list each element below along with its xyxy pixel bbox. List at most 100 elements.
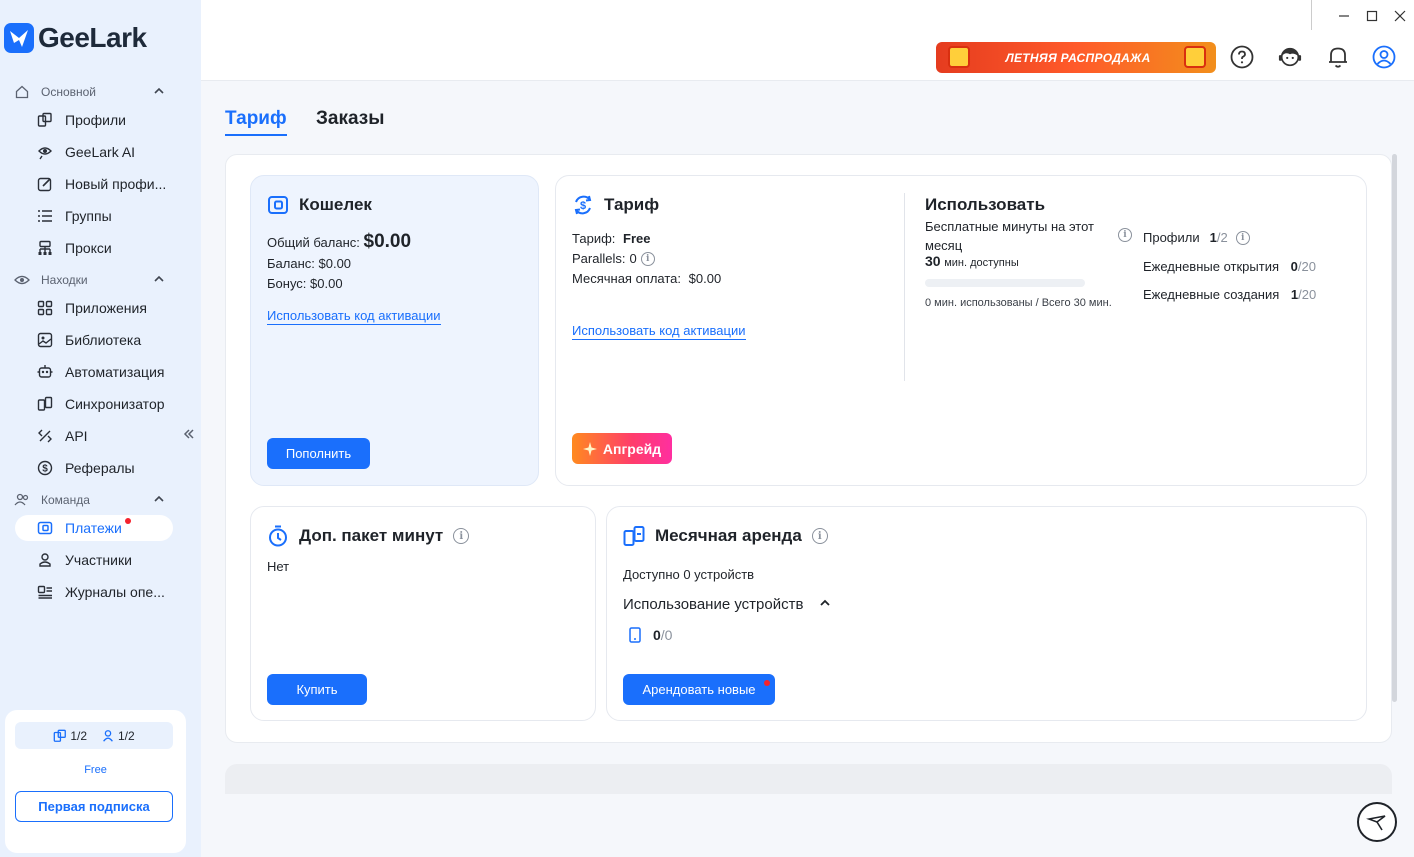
gift-icon (1184, 46, 1206, 68)
minimize-button[interactable] (1330, 6, 1358, 26)
support-avatar-icon[interactable] (1278, 45, 1302, 69)
sidebar-item-label: Библиотека (65, 332, 142, 348)
home-icon (14, 84, 30, 100)
tab-tariff[interactable]: Тариф (225, 108, 287, 136)
sidebar-item-members[interactable]: Участники (15, 547, 173, 573)
sidebar-item-profiles[interactable]: Профили (15, 107, 173, 133)
monthly-rent-title-text: Месячная аренда (655, 526, 802, 545)
app-name: GeeLark (38, 22, 147, 53)
sidebar-item-label: Профили (65, 112, 126, 128)
sidebar-item-payments[interactable]: Платежи (15, 515, 173, 541)
daily-opens-row: Ежедневные открытия 0/20 (1143, 259, 1316, 274)
plan-summary: 1/2 1/2 Free Первая подписка (5, 710, 186, 853)
sidebar-item-label: GeeLark AI (65, 144, 136, 160)
promo-label: ЛЕТНЯЯ РАСПРОДАЖА (1005, 50, 1151, 65)
phone-icon (629, 627, 641, 643)
section-team[interactable]: Команда (14, 492, 164, 508)
sidebar-item-api[interactable]: API (15, 423, 173, 449)
balance-value: $0.00 (318, 256, 352, 271)
sidebar: GeeLark Основной Профили GeeLark AI Новы… (0, 0, 201, 857)
chevron-up-icon (154, 273, 164, 287)
sidebar-item-label: Автоматизация (65, 364, 165, 380)
app-logo[interactable]: GeeLark (4, 22, 147, 54)
first-subscription-button[interactable]: Первая подписка (15, 791, 173, 822)
profiles-total: /2 (1216, 230, 1228, 245)
dollar-icon: $ (36, 459, 54, 477)
sidebar-item-apps[interactable]: Приложения (15, 295, 173, 321)
info-icon[interactable]: i (1118, 228, 1132, 242)
tariff-activation-code-link[interactable]: Использовать код активации (572, 323, 746, 340)
summer-sale-banner[interactable]: ЛЕТНЯЯ РАСПРОДАЖА (936, 42, 1216, 73)
daily-creates-total: /20 (1298, 287, 1317, 302)
monthly-value: $0.00 (688, 271, 722, 286)
maximize-button[interactable] (1358, 6, 1386, 26)
info-icon[interactable]: i (640, 251, 655, 266)
parallels-label: Parallels: (572, 251, 626, 266)
wallet-title: Кошелек (267, 194, 372, 216)
ai-icon (36, 143, 54, 161)
tab-orders[interactable]: Заказы (316, 108, 384, 130)
daily-creates-label: Ежедневные создания (1143, 287, 1280, 302)
monthly-payment-row: Месячная оплата: $0.00 (572, 271, 721, 286)
sidebar-item-referrals[interactable]: $ Рефералы (15, 455, 173, 481)
upgrade-button[interactable]: Апгрейд (572, 433, 672, 464)
section-label: Команда (41, 493, 90, 507)
buy-button[interactable]: Купить (267, 674, 367, 705)
sidebar-item-label: Платежи (65, 520, 122, 536)
minutes-available-value: 30 (925, 253, 941, 269)
info-icon[interactable]: i (811, 528, 828, 544)
sidebar-item-automation[interactable]: Автоматизация (15, 359, 173, 385)
devices-total: /0 (660, 627, 673, 643)
library-icon (36, 331, 54, 349)
close-button[interactable] (1386, 6, 1414, 26)
total-balance: Общий баланс: $0.00 (267, 231, 411, 253)
scrollbar[interactable] (1392, 154, 1397, 702)
daily-opens-total: /20 (1297, 259, 1316, 274)
total-balance-label: Общий баланс: (267, 235, 360, 250)
members-count: 1/2 (101, 729, 135, 743)
collapse-sidebar-icon[interactable] (183, 424, 195, 445)
rent-new-button[interactable]: Арендовать новые (623, 674, 775, 705)
monthly-label: Месячная оплата: (572, 271, 682, 286)
section-label: Находки (41, 273, 88, 287)
wallet-activation-code-link[interactable]: Использовать код активации (267, 308, 441, 325)
info-icon[interactable]: i (453, 528, 470, 544)
devices-usage-row: 0/0 (629, 627, 672, 643)
window-controls (1330, 6, 1414, 26)
svg-text:$: $ (580, 200, 586, 212)
sidebar-item-proxy[interactable]: Прокси (15, 235, 173, 261)
section-main[interactable]: Основной (14, 84, 164, 100)
sidebar-item-synchronizer[interactable]: Синхронизатор (15, 391, 173, 417)
sidebar-item-geelark-ai[interactable]: GeeLark AI (15, 139, 173, 165)
sidebar-item-library[interactable]: Библиотека (15, 327, 173, 353)
minutes-available: 30 мин. доступны (925, 253, 1019, 269)
sidebar-item-groups[interactable]: Группы (15, 203, 173, 229)
free-minutes-label-line1: Бесплатные минуты на этот (925, 219, 1095, 234)
floating-assistant-button[interactable] (1357, 802, 1397, 842)
bell-icon[interactable] (1326, 45, 1350, 69)
profiles-usage-label: Профили (1143, 230, 1200, 245)
eye-icon (14, 272, 30, 288)
parallels-value: 0 (629, 251, 637, 266)
plan-value: Free (623, 231, 651, 246)
sidebar-item-label: Прокси (65, 240, 112, 256)
user-icon (103, 729, 113, 742)
tariff-title: $ Тариф (572, 194, 659, 216)
topup-button[interactable]: Пополнить (267, 438, 370, 469)
log-icon (36, 583, 54, 601)
account-icon[interactable] (1372, 45, 1396, 69)
section-finds[interactable]: Находки (14, 272, 164, 288)
info-icon[interactable]: i (1235, 230, 1250, 245)
plan-label: Тариф: (572, 231, 616, 246)
robot-icon (36, 363, 54, 381)
profiles-count-value: 1/2 (70, 728, 87, 743)
plan-counts: 1/2 1/2 (15, 722, 173, 749)
edit-icon (36, 175, 54, 193)
devices-icon (623, 525, 645, 547)
sidebar-item-logs[interactable]: Журналы опе... (15, 579, 173, 605)
chevron-up-icon (819, 596, 831, 613)
help-icon[interactable] (1230, 45, 1254, 69)
minutes-pack-title: Доп. пакет минут i (267, 525, 470, 547)
sidebar-item-new-profile[interactable]: Новый профи... (15, 171, 173, 197)
devices-usage-toggle[interactable]: Использование устройств (623, 596, 831, 613)
